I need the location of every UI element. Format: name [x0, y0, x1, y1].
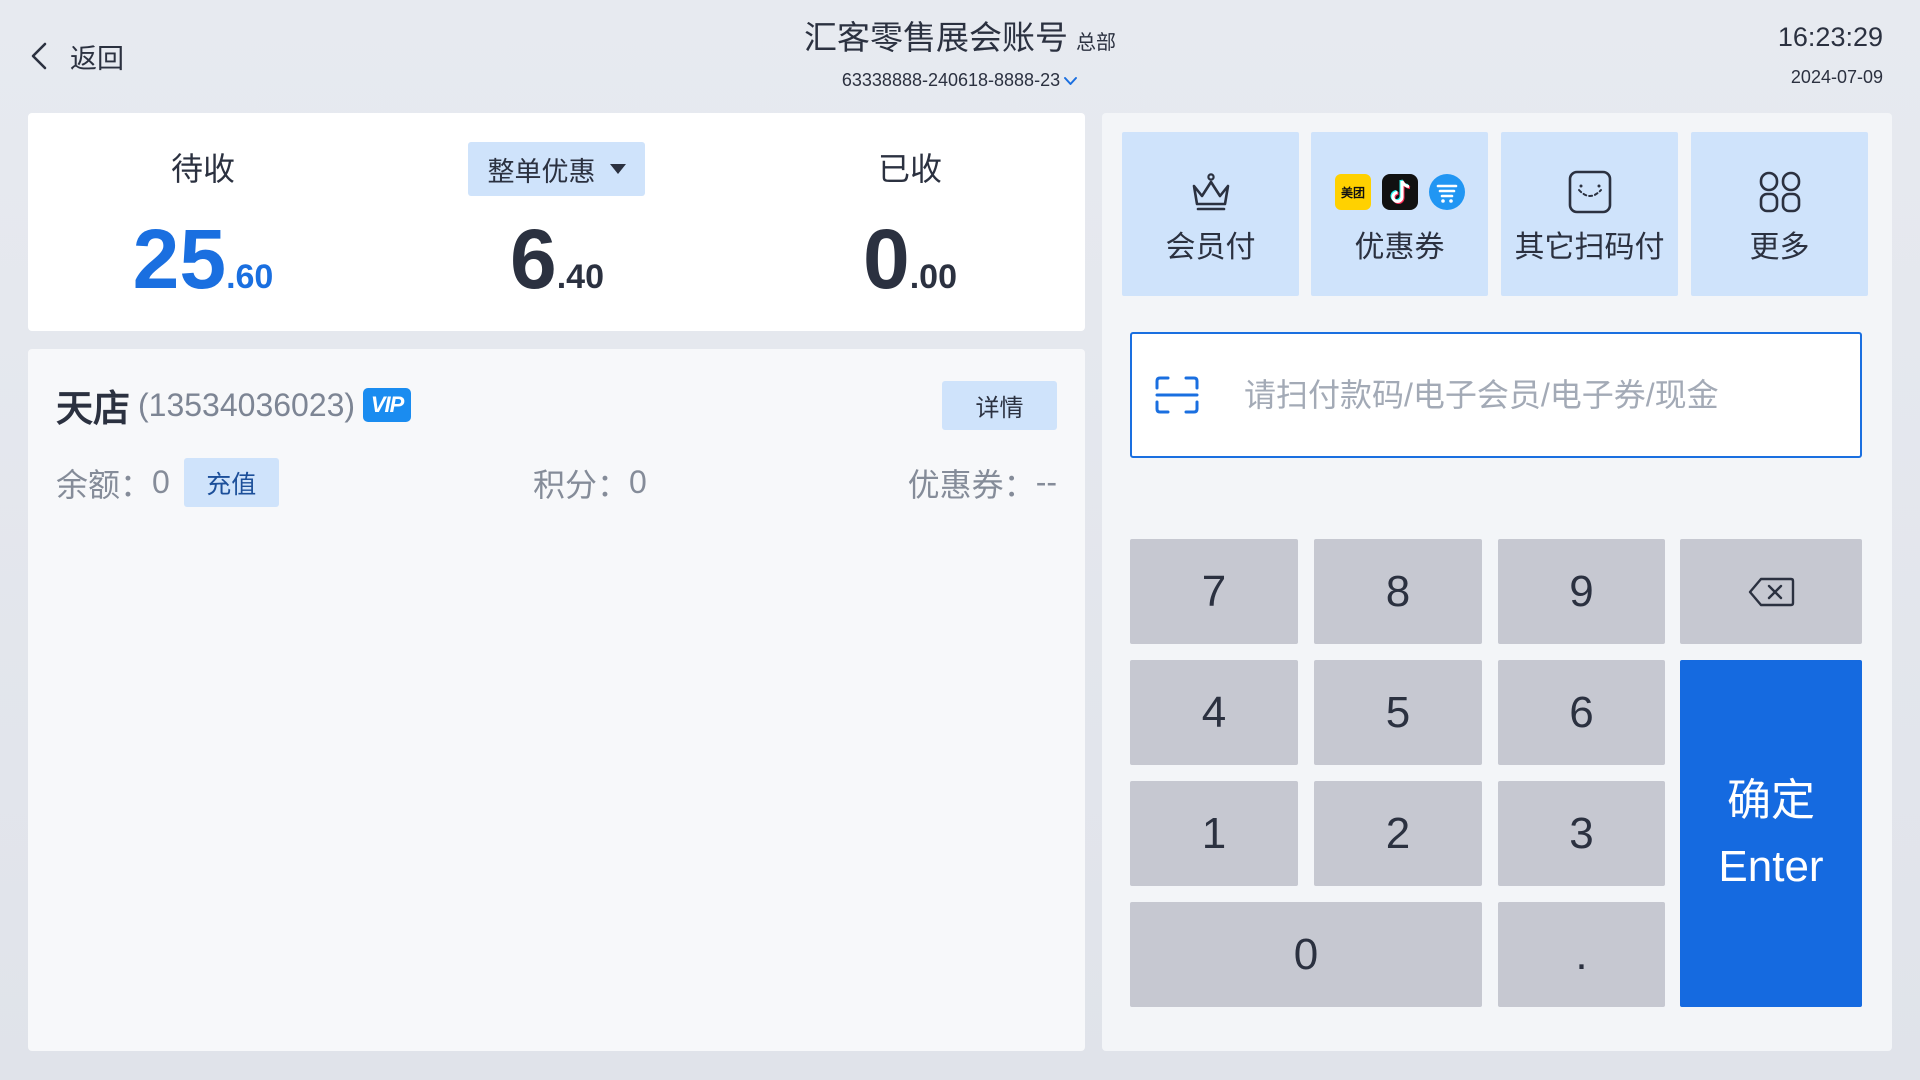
key-1[interactable]: 1 — [1130, 781, 1298, 886]
svg-text:美团: 美团 — [1340, 185, 1364, 200]
received-label: 已收 — [877, 151, 942, 187]
coupon-pay-button[interactable]: 美团 优惠券 — [1311, 132, 1488, 296]
member-name: 天店 — [56, 388, 130, 429]
member-phone: (13534036023) — [138, 386, 356, 423]
received-amount: 0.00 — [760, 217, 1060, 326]
pending-amount-dec: .60 — [226, 258, 274, 296]
clock-time: 16:23:29 — [1777, 22, 1883, 52]
vip-badge: VIP — [363, 388, 412, 422]
pending-amount: 25.60 — [53, 217, 353, 326]
recharge-button[interactable]: 充值 — [183, 458, 279, 507]
discount-amount: 6.40 — [407, 217, 707, 326]
coupon-platform-icons: 美团 — [1311, 168, 1488, 216]
key-decimal[interactable]: . — [1498, 902, 1665, 1007]
backspace-key[interactable] — [1680, 539, 1862, 644]
member-details-button[interactable]: 详情 — [942, 381, 1057, 430]
discount-section: 整单优惠 6.40 — [407, 113, 707, 331]
enter-label-cn: 确定 — [1727, 775, 1815, 825]
discount-amount-dec: .40 — [556, 258, 604, 296]
member-coupons: 优惠券： -- — [908, 458, 1057, 507]
key-5[interactable]: 5 — [1314, 660, 1482, 765]
page-title: 汇客零售展会账号 — [804, 19, 1068, 56]
points-value: 0 — [629, 464, 647, 500]
key-2[interactable]: 2 — [1314, 781, 1482, 886]
received-amount-dec: .00 — [909, 258, 957, 296]
douyin-icon — [1381, 174, 1418, 210]
enter-label-en: Enter — [1718, 841, 1824, 891]
discount-button-label: 整单优惠 — [487, 156, 596, 187]
more-payment-label: 更多 — [1749, 231, 1810, 264]
store-tag: 总部 — [1076, 32, 1116, 54]
grid-icon — [1759, 171, 1800, 213]
account-number: 63338888-240618-8888-23 — [841, 70, 1061, 90]
scan-pay-icon — [1568, 170, 1611, 214]
member-pay-button[interactable]: 会员付 — [1122, 132, 1299, 296]
page-title-group: 汇客零售展会账号 总部 — [0, 16, 1920, 67]
received-amount-int: 0 — [863, 212, 910, 306]
backspace-icon — [1748, 577, 1795, 606]
member-points: 积分： 0 — [533, 458, 647, 507]
member-pay-icon-wrap — [1122, 168, 1299, 216]
key-3[interactable]: 3 — [1498, 781, 1665, 886]
scan-icon[interactable] — [1155, 376, 1199, 414]
coupons-label: 优惠券： — [907, 466, 1036, 503]
member-name-row: 天店 (13534036023) VIP — [56, 379, 412, 431]
whole-order-discount-button[interactable]: 整单优惠 — [468, 142, 645, 196]
discount-amount-int: 6 — [510, 212, 557, 306]
coupon-pay-label: 优惠券 — [1354, 231, 1445, 264]
account-selector[interactable]: 63338888-240618-8888-23 — [0, 68, 1920, 92]
pending-label: 待收 — [170, 151, 235, 187]
scan-code-field[interactable] — [1130, 332, 1862, 458]
more-payment-button[interactable]: 更多 — [1691, 132, 1868, 296]
pending-amount-int: 25 — [132, 212, 227, 306]
coupons-value: -- — [1035, 464, 1057, 500]
meituan-icon: 美团 — [1334, 174, 1371, 210]
member-balance: 余额： 0 充值 — [56, 458, 279, 507]
balance-value: 0 — [152, 464, 170, 500]
pending-amount-section: 待收 25.60 — [53, 113, 353, 331]
points-label: 积分： — [533, 466, 630, 503]
key-7[interactable]: 7 — [1130, 539, 1298, 644]
chevron-down-icon — [1064, 76, 1078, 85]
clock-date: 2024-07-09 — [1790, 67, 1883, 87]
more-icon-wrap — [1691, 168, 1868, 216]
caret-down-icon — [609, 164, 626, 174]
key-6[interactable]: 6 — [1498, 660, 1665, 765]
member-pay-label: 会员付 — [1165, 231, 1256, 264]
crown-icon — [1192, 173, 1229, 211]
key-9[interactable]: 9 — [1498, 539, 1665, 644]
confirm-enter-button[interactable]: 确定 Enter — [1680, 660, 1862, 1007]
key-8[interactable]: 8 — [1314, 539, 1482, 644]
scan-code-input[interactable] — [1242, 334, 1842, 456]
member-info-card: 天店 (13534036023) VIP 详情 余额： 0 充值 积分： 0 优… — [28, 349, 1085, 1051]
other-scan-pay-label: 其它扫码付 — [1514, 231, 1665, 264]
cart-coupon-icon — [1428, 174, 1465, 210]
scan-pay-icon-wrap — [1501, 168, 1678, 216]
key-0[interactable]: 0 — [1130, 902, 1482, 1007]
key-4[interactable]: 4 — [1130, 660, 1298, 765]
received-amount-section: 已收 0.00 — [760, 113, 1060, 331]
other-scan-pay-button[interactable]: 其它扫码付 — [1501, 132, 1678, 296]
payment-summary-card: 待收 25.60 整单优惠 6.40 已收 0.00 — [28, 113, 1085, 331]
checkout-panel: 会员付 美团 优惠券 其它扫码付 更多 请扫付款码/电子会员/电子券/现金 7 … — [1102, 113, 1892, 1051]
balance-label: 余额： — [56, 466, 153, 503]
